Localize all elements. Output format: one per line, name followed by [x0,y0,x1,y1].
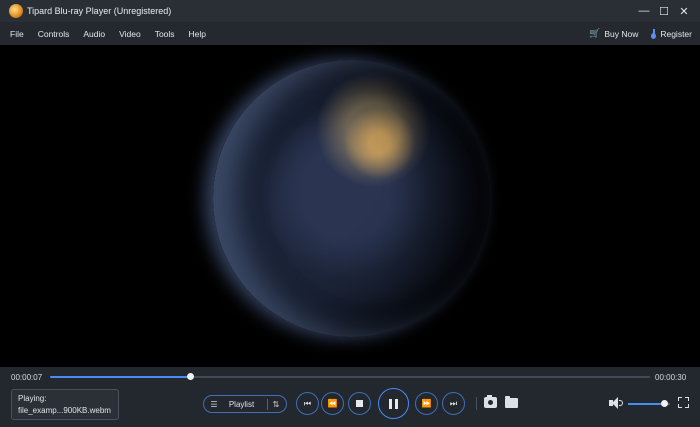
camera-icon[interactable] [484,395,497,408]
volume-fill [628,403,664,405]
progress-thumb[interactable] [186,373,194,380]
total-time: 00:00:30 [655,373,687,382]
rewind-button[interactable]: ⏪ [321,392,344,415]
menu-tools[interactable]: Tools [155,29,175,39]
menu-controls[interactable]: Controls [38,29,70,39]
stop-button[interactable] [348,392,371,415]
stop-icon [356,400,363,407]
volume-thumb[interactable] [660,400,668,407]
minimize-button[interactable]: — [634,0,654,22]
controls-divider [476,397,477,410]
video-area[interactable] [0,45,700,367]
volume-icon[interactable] [609,397,623,409]
cart-icon: 🛒 [589,28,601,38]
key-icon [650,28,657,39]
register-button[interactable]: Register [650,28,692,39]
control-panel: 00:00:07 00:00:30 Playing: file_examp...… [0,367,700,427]
volume-slider[interactable] [628,400,670,407]
playing-status-label: Playing: [18,394,47,403]
close-button[interactable]: ✕ [674,0,694,22]
fast-forward-icon: ⏩ [421,399,432,408]
progress-bar[interactable] [50,373,650,380]
playlist-label: Playlist [228,399,255,409]
now-playing-box: Playing: file_examp...900KB.webm [11,389,119,420]
menu-help[interactable]: Help [189,29,206,39]
playlist-divider [267,398,268,410]
next-button[interactable]: ⏭ [442,392,465,415]
title-bar: Tipard Blu-ray Player (Unregistered) — ☐… [0,0,700,22]
fast-forward-button[interactable]: ⏩ [415,392,438,415]
window-controls: — ☐ ✕ [634,0,694,22]
previous-button[interactable]: ⏮ [296,392,319,415]
playing-file-name: file_examp...900KB.webm [18,406,111,415]
maximize-button[interactable]: ☐ [654,0,674,22]
window-title: Tipard Blu-ray Player (Unregistered) [27,6,172,16]
folder-icon[interactable] [505,396,518,408]
menu-bar: File Controls Audio Video Tools Help 🛒 B… [0,22,700,45]
rewind-icon: ⏪ [327,399,338,408]
menu-file[interactable]: File [10,29,24,39]
progress-fill [50,376,190,378]
skip-next-icon: ⏭ [449,398,458,408]
video-frame-earth [213,60,490,337]
app-logo-icon [9,4,23,18]
playlist-button[interactable]: ☰ Playlist ⇅ [203,395,287,413]
buy-now-button[interactable]: 🛒 Buy Now [589,28,638,39]
pause-icon [389,398,398,409]
skip-previous-icon: ⏮ [303,398,312,408]
register-label: Register [660,28,692,39]
current-time: 00:00:07 [11,373,43,382]
pause-button[interactable] [378,388,409,419]
menu-actions: 🛒 Buy Now Register [589,22,692,45]
list-icon: ☰ [210,399,218,409]
fullscreen-icon[interactable] [678,397,689,408]
sort-icon[interactable]: ⇅ [271,400,281,409]
menu-audio[interactable]: Audio [83,29,105,39]
menu-video[interactable]: Video [119,29,141,39]
buy-now-label: Buy Now [604,28,639,39]
